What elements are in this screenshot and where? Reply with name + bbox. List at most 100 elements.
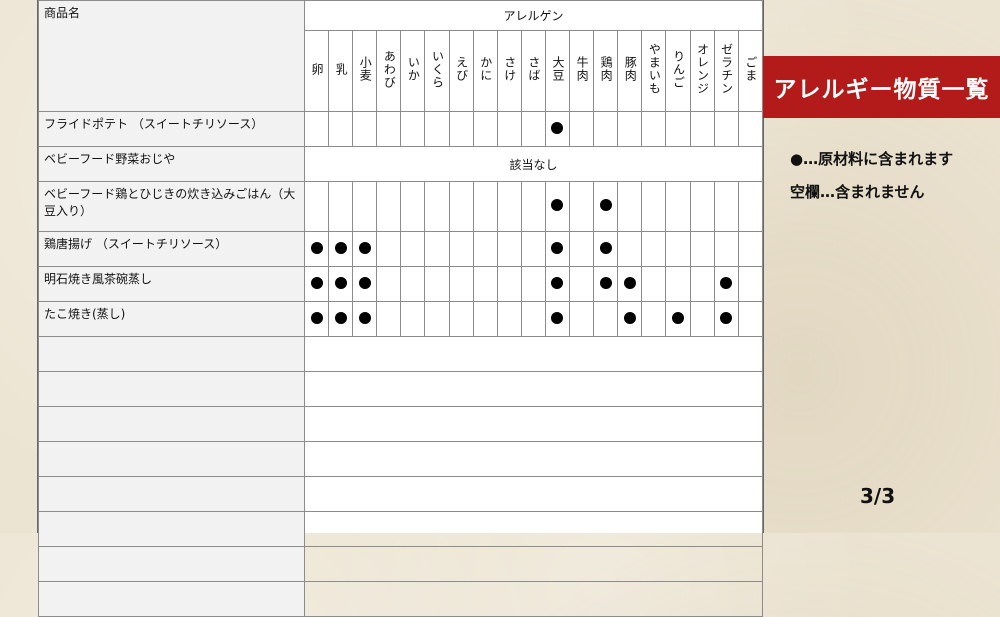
empty-allergen-cell [304,371,763,407]
product-name: ベビーフード鶏とひじきの炊き込みごはん（大豆入り） [38,181,305,232]
table-row: フライドポテト （スイートチリソース） [38,111,764,147]
allergen-cell [617,231,643,267]
contains-dot-icon [599,199,612,211]
allergen-cell [303,111,330,147]
empty-row [38,581,763,617]
allergen-name: 小麦 [352,30,378,112]
allergen-cell [641,301,667,337]
page-indicator: 3/3 [860,484,896,508]
product-name: 明石焼き風茶碗蒸し [38,266,305,302]
allergen-cell [303,231,330,267]
empty-row [38,406,763,442]
allergen-name: やまいも [641,30,667,112]
allergen-cell [400,266,426,302]
allergen-cell [665,181,691,232]
allergen-cell [713,181,739,232]
contains-dot-icon [358,241,371,254]
contains-dot-icon [334,276,347,289]
allergen-name: さけ [496,30,522,112]
allergen-cell [665,301,691,337]
allergen-name: 豚肉 [617,30,643,112]
allergen-cell [448,181,474,232]
allergen-cell [303,266,330,302]
allergen-cell [689,231,715,267]
allergen-cell [352,181,378,232]
allergen-cell [328,266,354,302]
allergen-cell [641,181,667,232]
allergen-name: りんご [665,30,691,112]
allergen-cell [593,301,619,337]
allergen-cell [472,231,498,267]
empty-allergen-cell [304,406,763,442]
allergen-name: ゼラチン [713,30,739,112]
allergen-label: えび [454,56,469,83]
allergen-cell [689,181,715,232]
allergen-label: いか [406,56,421,83]
empty-name-cell [38,511,305,547]
contains-dot-icon [551,311,564,324]
allergen-cell [737,111,764,147]
allergen-cell [593,181,619,232]
product-name: ベビーフード野菜おじや [38,146,305,182]
not-applicable-note: 該当なし [304,146,763,182]
allergen-cell [641,231,667,267]
allergen-cell [641,111,667,147]
contains-dot-icon [551,199,564,211]
allergen-cell [737,231,764,267]
allergen-cell [424,231,450,267]
contains-dot-icon [671,311,684,324]
empty-name-cell [38,406,305,442]
allergen-cell [569,181,595,232]
allergen-cell [569,266,595,302]
contains-dot-icon [720,311,733,324]
allergen-name: さば [520,30,546,112]
allergen-name: えび [448,30,474,112]
allergen-header: アレルゲン [304,0,763,32]
allergen-cell [352,301,378,337]
contains-dot-icon [599,241,612,254]
allergen-name: 大豆 [544,30,571,112]
allergen-cell [617,301,643,337]
allergen-cell [617,111,643,147]
table-row: ベビーフード野菜おじや 該当なし [38,146,763,182]
allergen-cell [352,111,378,147]
contains-dot-icon [310,241,323,254]
allergen-cell [689,266,715,302]
allergen-cell [689,301,715,337]
allergen-cell [737,301,764,337]
allergen-cell [520,231,546,267]
allergen-cell [689,111,715,147]
allergen-cell [472,111,498,147]
empty-allergen-cell [304,476,763,512]
allergen-name: 鶏肉 [593,30,619,112]
allergen-cell [544,301,571,337]
allergen-cell [520,181,546,232]
contains-dot-icon [310,276,323,289]
allergen-cell [376,301,402,337]
empty-name-cell [38,371,305,407]
allergen-cell [472,266,498,302]
allergen-cell [424,301,450,337]
allergen-cell [376,111,402,147]
allergen-cell [400,301,426,337]
allergen-cell [544,266,571,302]
allergen-label: さば [526,56,541,83]
allergen-cell [737,266,764,302]
empty-row [38,476,763,512]
allergen-label: オレンジ [695,43,710,96]
allergen-name: 卵 [303,30,330,112]
allergen-label: あわび [382,49,397,89]
allergen-cell [593,266,619,302]
contains-dot-icon [310,311,323,324]
product-name: 鶏唐揚げ （スイートチリソース） [38,231,305,267]
contains-dot-icon [623,276,636,289]
table-row: 鶏唐揚げ （スイートチリソース） [38,231,764,267]
allergen-label: 卵 [310,62,325,76]
allergen-cell [737,181,764,232]
page-title-banner: アレルギー物質一覧 [763,56,1000,118]
allergen-cell [328,181,354,232]
allergen-name: あわび [376,30,402,112]
product-name: フライドポテト （スイートチリソース） [38,111,305,147]
allergen-cell [496,301,522,337]
empty-name-cell [38,546,305,582]
